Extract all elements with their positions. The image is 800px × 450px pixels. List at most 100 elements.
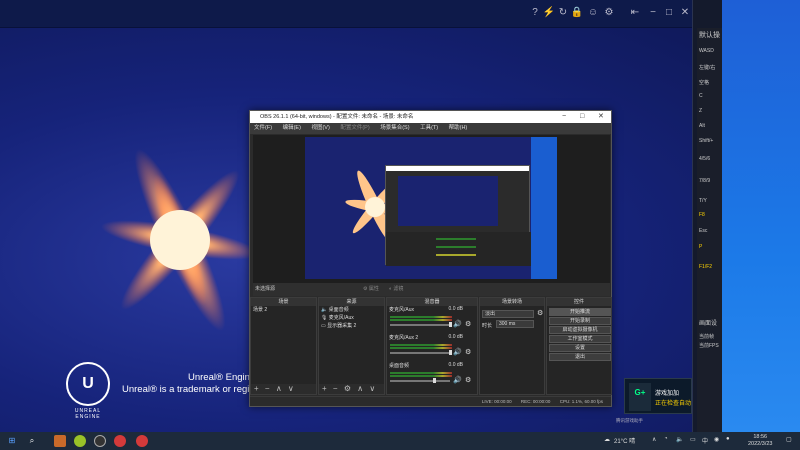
- controls-dock: 控件 开始推流 开始录制 启动虚拟摄像机 工作室模式 设置 退出: [546, 297, 612, 395]
- obs-minimize-icon[interactable]: −: [562, 111, 566, 123]
- close-icon[interactable]: ✕: [678, 7, 692, 18]
- properties-label: 属性: [368, 286, 379, 292]
- live-status: LIVE: 00:00:00: [481, 399, 512, 404]
- clock-date: 2022/3/23: [748, 441, 773, 447]
- down-icon[interactable]: ∨: [288, 384, 294, 393]
- gear-icon[interactable]: ⚙: [344, 384, 351, 393]
- exit-button[interactable]: 退出: [549, 353, 611, 361]
- app-icon-1[interactable]: [54, 435, 66, 447]
- side-panel-item: T/Y: [699, 198, 707, 204]
- mixer-channel: 麦克风/Aux 0.0 dB 🔊 ⚙: [387, 306, 477, 334]
- ime-lang[interactable]: 中: [702, 436, 708, 445]
- start-streaming-button[interactable]: 开始推流: [549, 308, 611, 316]
- back-icon[interactable]: ⇤: [628, 7, 642, 18]
- side-panel-item: 4/5/6: [699, 156, 711, 162]
- windows-start-icon[interactable]: ⊞: [6, 435, 18, 447]
- volume-knob[interactable]: [449, 322, 452, 327]
- transition-select[interactable]: 淡出: [482, 310, 534, 318]
- gear-icon[interactable]: ⚙: [537, 309, 543, 317]
- sources-title: 来源: [319, 298, 384, 306]
- battery-icon[interactable]: ▭: [690, 436, 696, 443]
- side-panel-item: WASD: [699, 48, 714, 54]
- tray-arrow-icon[interactable]: ∧: [652, 436, 656, 443]
- gear-icon[interactable]: ⚙: [465, 376, 471, 384]
- menu-file[interactable]: 文件(F): [254, 125, 272, 131]
- audio-meter: [390, 375, 452, 377]
- menu-tools[interactable]: 工具(T): [420, 125, 438, 131]
- maximize-icon[interactable]: □: [662, 7, 676, 18]
- source-item[interactable]: ▭ 显示器采集 2: [319, 322, 384, 330]
- down-icon[interactable]: ∨: [369, 384, 375, 393]
- remove-icon[interactable]: −: [265, 384, 270, 393]
- speaker-icon[interactable]: 🔊: [453, 320, 462, 328]
- weather-text[interactable]: 21°C 晴: [614, 436, 635, 445]
- speaker-icon[interactable]: 🔊: [453, 376, 462, 384]
- transitions-title: 场景转场: [480, 298, 544, 306]
- start-recording-button[interactable]: 开始录制: [549, 317, 611, 325]
- obs-title-text: OBS 26.1.1 (64-bit, windows) - 配置文件: 未命名…: [260, 114, 414, 120]
- gear-icon[interactable]: ⚙: [465, 320, 471, 328]
- settings-button[interactable]: 设置: [549, 344, 611, 352]
- mic-icon: 🎙: [321, 315, 328, 321]
- obs-maximize-icon[interactable]: □: [580, 111, 584, 123]
- properties-button[interactable]: ⚙ 属性: [363, 283, 379, 296]
- menu-edit[interactable]: 编辑(E): [283, 125, 301, 131]
- minimize-icon[interactable]: −: [646, 7, 660, 18]
- menu-scene-collection[interactable]: 场景集合(S): [380, 125, 409, 131]
- app-tray-icon[interactable]: ◉: [714, 436, 719, 443]
- virtual-camera-button[interactable]: 启动虚拟摄像机: [549, 326, 611, 334]
- app-icon-3[interactable]: [114, 435, 126, 447]
- add-icon[interactable]: +: [254, 384, 259, 393]
- face-icon[interactable]: ☺: [586, 7, 600, 18]
- volume-slider[interactable]: [390, 380, 450, 382]
- up-icon[interactable]: ∧: [357, 384, 363, 393]
- watermark: 腾讯游戏助手: [616, 418, 643, 423]
- volume-knob[interactable]: [433, 378, 436, 383]
- player-top-bar: ? ⚡ ↻ 🔒 ☺ ⚙ ⇤ − □ ✕: [0, 0, 692, 28]
- obs-taskbar-icon[interactable]: [94, 435, 106, 447]
- volume-icon[interactable]: 🔈: [676, 436, 683, 443]
- obs-close-icon[interactable]: ✕: [598, 111, 604, 123]
- duration-field[interactable]: 300 ms: [496, 320, 534, 328]
- side-panel-item: 左键/右: [699, 65, 716, 71]
- app-tray-icon-2[interactable]: ●: [726, 436, 730, 442]
- volume-slider[interactable]: [390, 324, 450, 326]
- side-panel-title: 默认操: [699, 32, 720, 39]
- audio-meter: [390, 319, 452, 321]
- volume-slider[interactable]: [390, 352, 450, 354]
- obs-preview[interactable]: [253, 135, 610, 283]
- help-icon[interactable]: ?: [528, 7, 542, 18]
- side-panel-item: 7/8/9: [699, 178, 711, 184]
- scene-item[interactable]: 场景 2: [251, 306, 316, 314]
- menu-profile[interactable]: 配置文件(P): [340, 125, 369, 131]
- speaker-icon[interactable]: 🔊: [453, 348, 462, 356]
- volume-knob[interactable]: [449, 350, 452, 355]
- up-icon[interactable]: ∧: [276, 384, 282, 393]
- source-item[interactable]: 🔈 桌面音频: [319, 306, 384, 314]
- network-icon[interactable]: ◔: [664, 436, 668, 442]
- menu-view[interactable]: 视图(V): [311, 125, 329, 131]
- menu-help[interactable]: 帮助(H): [449, 125, 468, 131]
- source-toolbar: 未选择源 ⚙ 属性 ◐ 滤镜: [253, 283, 610, 296]
- search-icon[interactable]: ⌕: [26, 435, 38, 447]
- gear-icon[interactable]: ⚙: [465, 348, 471, 356]
- game-plus-notification[interactable]: G+ 游戏加加 正在检查自动: [624, 378, 692, 414]
- source-item[interactable]: 🎙 麦克风/Aux: [319, 314, 384, 322]
- refresh-icon[interactable]: ↻: [556, 7, 570, 18]
- no-source-label: 未选择源: [255, 286, 276, 292]
- clock-time: 18:56: [753, 434, 768, 440]
- settings-icon[interactable]: ⚙: [602, 7, 616, 18]
- side-panel-item: Z: [699, 108, 703, 114]
- weather-icon[interactable]: ☁: [604, 436, 610, 443]
- filters-button[interactable]: ◐ 滤镜: [389, 283, 403, 296]
- clock[interactable]: 18:56 2022/3/23: [748, 434, 772, 448]
- studio-mode-button[interactable]: 工作室模式: [549, 335, 611, 343]
- flash-icon[interactable]: ⚡: [542, 7, 556, 18]
- taskbar: ⊞ ⌕ ☁ 21°C 晴 ∧ ◔ 🔈 ▭ 中 ◉ ● 18:56 2022/3/…: [0, 432, 800, 450]
- lock-icon[interactable]: 🔒: [570, 7, 584, 18]
- add-icon[interactable]: +: [322, 384, 327, 393]
- app-icon-4[interactable]: [136, 435, 148, 447]
- remove-icon[interactable]: −: [333, 384, 338, 393]
- notification-center-icon[interactable]: ▢: [786, 436, 792, 443]
- app-icon-2[interactable]: [74, 435, 86, 447]
